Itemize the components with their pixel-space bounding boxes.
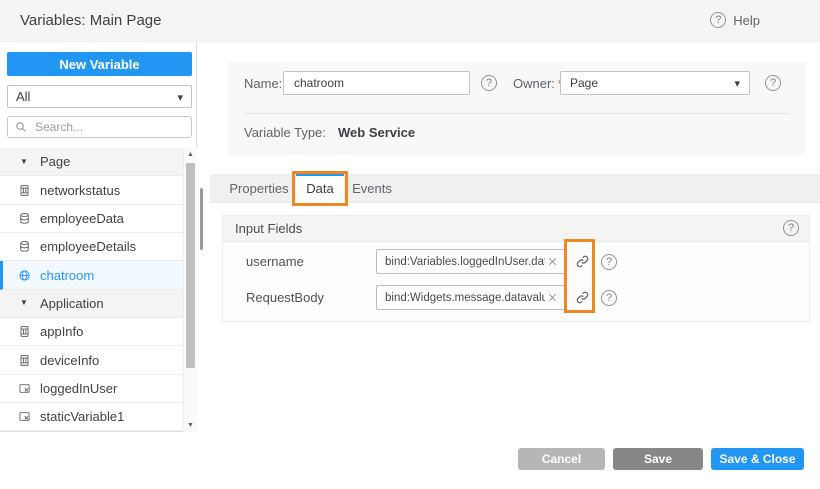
help-label: Help <box>733 13 760 28</box>
owner-help-icon[interactable] <box>765 75 781 91</box>
static-variable-icon <box>17 410 31 424</box>
device-icon <box>17 353 31 367</box>
tab-properties[interactable]: Properties <box>222 174 296 203</box>
clear-icon[interactable] <box>547 256 558 267</box>
web-service-icon <box>17 268 31 282</box>
input-field-row-requestbody: RequestBody bind:Widgets.message.dataval… <box>223 285 809 310</box>
tab-bar: Properties Data Events <box>210 174 820 203</box>
input-fields-header: Input Fields <box>223 216 809 242</box>
tree-row-loggedinuser[interactable]: loggedInUser <box>0 375 183 403</box>
field-help-icon[interactable] <box>601 254 617 270</box>
service-variable-icon <box>17 211 31 225</box>
tree-row-staticvariable1[interactable]: staticVariable1 <box>0 403 183 431</box>
name-help-icon[interactable] <box>481 75 497 91</box>
input-fields-title: Input Fields <box>223 216 809 241</box>
caret-down-icon: ▼ <box>17 296 31 310</box>
bind-link-icon[interactable] <box>572 285 592 310</box>
variable-type-label: Variable Type: <box>244 125 326 140</box>
tree-row-application[interactable]: ▼ Application <box>0 290 183 318</box>
chevron-down-icon <box>177 88 183 106</box>
variable-tree: ▼ Page networkstatus employeeData employ… <box>0 148 183 431</box>
tree-row-page[interactable]: ▼ Page <box>0 148 183 176</box>
search-icon <box>15 121 27 133</box>
variable-type-value: Web Service <box>338 125 415 140</box>
variables-dialog: Variables: Main Page Help New Variable A… <box>0 0 820 489</box>
dialog-header: Variables: Main Page Help <box>0 0 820 42</box>
static-variable-icon <box>17 381 31 395</box>
tree-row-employeedata[interactable]: employeeData <box>0 205 183 233</box>
tab-data[interactable]: Data <box>296 174 344 203</box>
input-field-row-username: username bind:Variables.loggedInUser.dat… <box>223 249 809 274</box>
device-icon <box>17 183 31 197</box>
save-button[interactable]: Save <box>613 448 703 470</box>
help-button[interactable]: Help <box>710 12 760 28</box>
clear-icon[interactable] <box>547 292 558 303</box>
scrollbar-thumb[interactable] <box>186 163 195 368</box>
service-variable-icon <box>17 240 31 254</box>
tree-row-networkstatus[interactable]: networkstatus <box>0 176 183 204</box>
name-input[interactable] <box>283 71 470 95</box>
tree-row-chatroom[interactable]: chatroom <box>0 261 183 289</box>
scroll-down-icon[interactable]: ▼ <box>184 422 197 429</box>
filter-selected-value: All <box>16 89 177 104</box>
device-icon <box>17 325 31 339</box>
divider <box>244 113 790 114</box>
owner-selected-value: Page <box>570 76 734 90</box>
variable-summary-box: Name:* Owner:* Page Variable Type: Web S… <box>228 62 806 155</box>
chevron-down-icon <box>734 74 740 92</box>
help-icon <box>710 12 726 28</box>
input-fields-help-icon[interactable] <box>783 220 799 236</box>
scroll-up-icon[interactable]: ▲ <box>184 151 197 158</box>
tree-scrollbar[interactable]: ▲ ▼ <box>183 148 197 432</box>
input-fields-section: Input Fields username bind:Variables.log… <box>222 215 810 322</box>
save-close-button[interactable]: Save & Close <box>711 448 804 470</box>
search-box <box>7 116 192 138</box>
field-help-icon[interactable] <box>601 290 617 306</box>
tab-events[interactable]: Events <box>344 174 400 203</box>
tree-row-deviceinfo[interactable]: deviceInfo <box>0 346 183 374</box>
page-title: Variables: Main Page <box>20 12 161 29</box>
tree-row-appinfo[interactable]: appInfo <box>0 318 183 346</box>
bind-value-input[interactable]: bind:Variables.loggedInUser.dataSet.na <box>376 249 566 274</box>
bind-value-input[interactable]: bind:Widgets.message.datavalue <box>376 285 566 310</box>
input-fields-rows: username bind:Variables.loggedInUser.dat… <box>223 242 809 310</box>
cancel-button[interactable]: Cancel <box>518 448 605 470</box>
caret-down-icon: ▼ <box>17 155 31 169</box>
search-input[interactable] <box>33 119 184 135</box>
dialog-footer: Cancel Save Save & Close <box>518 448 804 470</box>
bind-link-icon[interactable] <box>572 249 592 274</box>
new-variable-button[interactable]: New Variable <box>7 52 192 76</box>
panel-scrollbar[interactable] <box>200 188 203 250</box>
owner-label: Owner:* <box>513 76 563 91</box>
tree-row-employeedetails[interactable]: employeeDetails <box>0 233 183 261</box>
owner-select[interactable]: Page <box>560 71 750 95</box>
variable-type-filter-select[interactable]: All <box>7 85 192 108</box>
